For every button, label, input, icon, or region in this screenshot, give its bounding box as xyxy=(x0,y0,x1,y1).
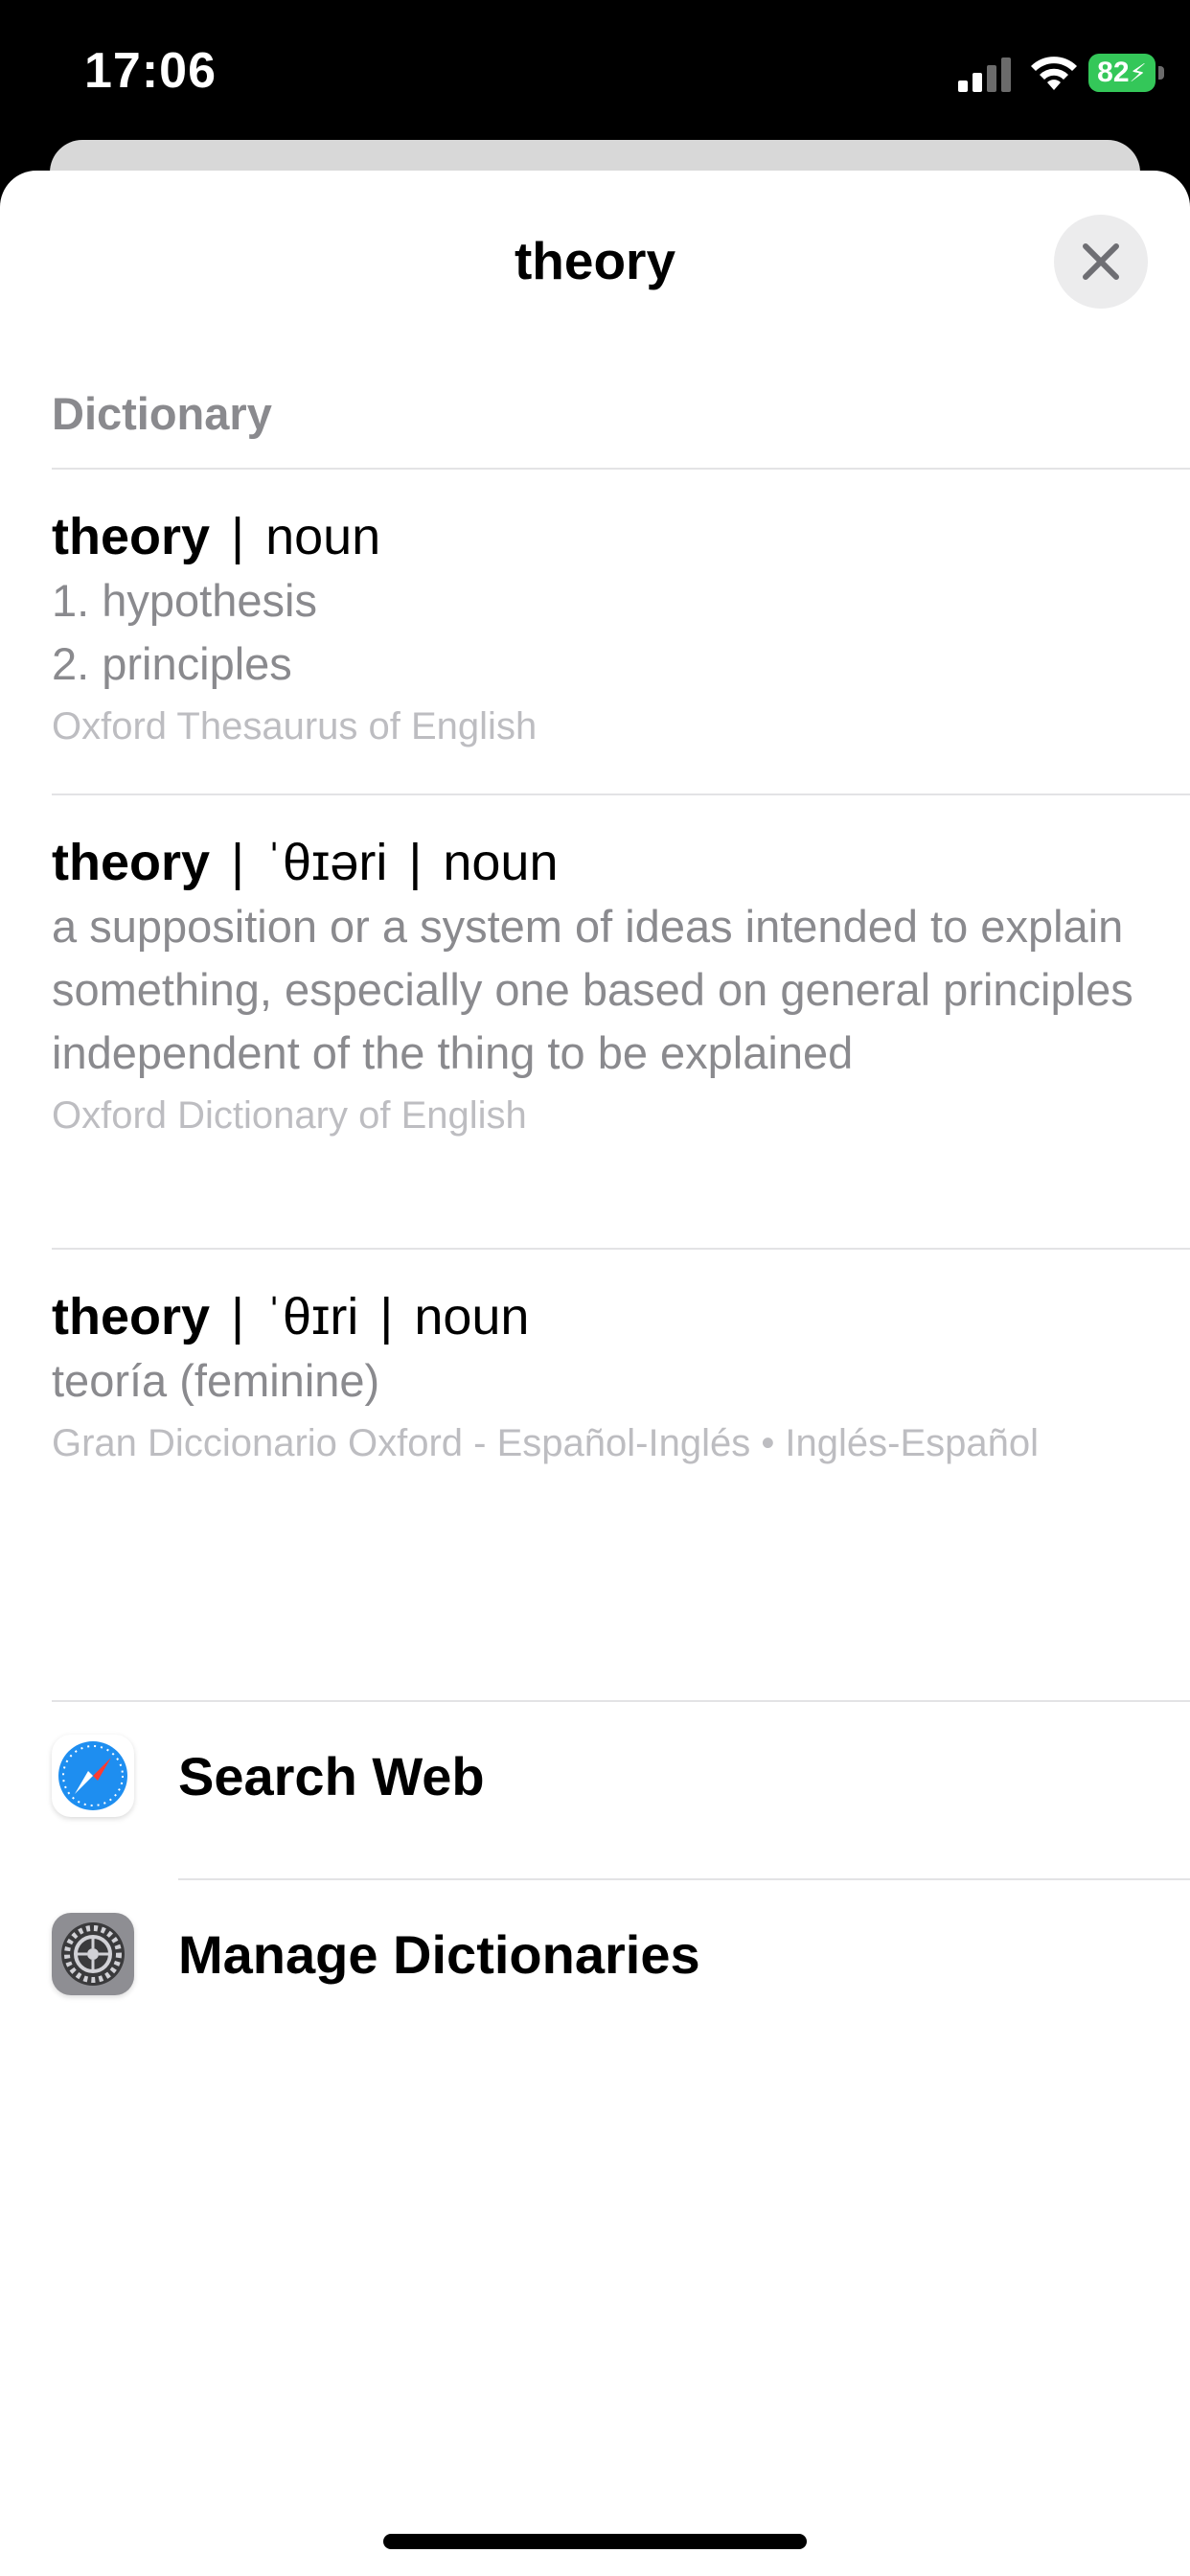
status-time: 17:06 xyxy=(84,43,217,99)
entry-headword: theory xyxy=(52,508,211,565)
battery-level: 82 xyxy=(1097,57,1130,88)
entry-source: Gran Diccionario Oxford - Español-Inglés… xyxy=(52,1422,1040,1464)
separator: | xyxy=(231,834,245,891)
divider xyxy=(52,468,1190,470)
separator: | xyxy=(231,508,245,565)
dictionary-section-header: Dictionary xyxy=(52,388,272,439)
close-button[interactable] xyxy=(1054,215,1148,309)
entry-pronunciation: ˈθɪri xyxy=(265,1288,359,1346)
entry-headline: theory | ˈθɪəri | noun xyxy=(52,830,1134,895)
divider xyxy=(52,1700,1190,1702)
search-web-label: Search Web xyxy=(178,1745,485,1806)
separator: | xyxy=(408,834,423,891)
entry-definition: 2. principles xyxy=(52,638,292,689)
entry-source: Oxford Dictionary of English xyxy=(52,1094,527,1137)
close-icon xyxy=(1083,243,1119,280)
divider xyxy=(52,1248,1190,1250)
safari-icon xyxy=(52,1735,134,1817)
entry-definition: 1. hypothesis xyxy=(52,575,317,626)
cellular-signal-icon xyxy=(958,58,1011,92)
divider xyxy=(52,794,1190,795)
separator: | xyxy=(379,1288,394,1346)
battery-charging-icon: 82 ⚡ xyxy=(1088,54,1165,92)
entry-source: Oxford Thesaurus of English xyxy=(52,705,538,748)
dictionary-entry[interactable]: theory | ˈθɪəri | noun a supposition or a sy… xyxy=(52,830,1134,1144)
home-indicator[interactable] xyxy=(383,2534,807,2549)
entry-headline: theory | ˈθɪri | noun xyxy=(52,1284,1134,1349)
settings-gear-icon xyxy=(52,1913,134,1995)
dictionary-entry[interactable]: theory | noun 1. hypothesis 2. principles … xyxy=(52,504,1134,755)
status-bar: 17:06 82 ⚡ xyxy=(0,0,1190,153)
entry-pronunciation: ˈθɪəri xyxy=(265,834,388,891)
sheet-title: theory xyxy=(514,231,676,290)
entry-definition: teoría (feminine) xyxy=(52,1355,380,1406)
manage-dictionaries-button[interactable]: Manage Dictionaries xyxy=(52,1882,1190,2026)
entry-part-of-speech: noun xyxy=(414,1288,530,1346)
dictionary-entry[interactable]: theory | ˈθɪri | noun teoría (feminine) Gran… xyxy=(52,1284,1134,1472)
manage-dictionaries-label: Manage Dictionaries xyxy=(178,1923,700,1985)
wifi-icon xyxy=(1031,57,1077,90)
divider xyxy=(178,1878,1190,1880)
entry-headword: theory xyxy=(52,834,211,891)
entry-part-of-speech: noun xyxy=(443,834,559,891)
entry-headline: theory | noun xyxy=(52,504,1134,569)
entry-part-of-speech: noun xyxy=(265,508,381,565)
lookup-sheet: theory Dictionary theory | noun 1. hypothe… xyxy=(0,171,1190,2576)
entry-definition: a supposition or a system of ideas inten… xyxy=(52,901,1133,1078)
entry-headword: theory xyxy=(52,1288,211,1346)
separator: | xyxy=(231,1288,245,1346)
search-web-button[interactable]: Search Web xyxy=(52,1704,1190,1848)
